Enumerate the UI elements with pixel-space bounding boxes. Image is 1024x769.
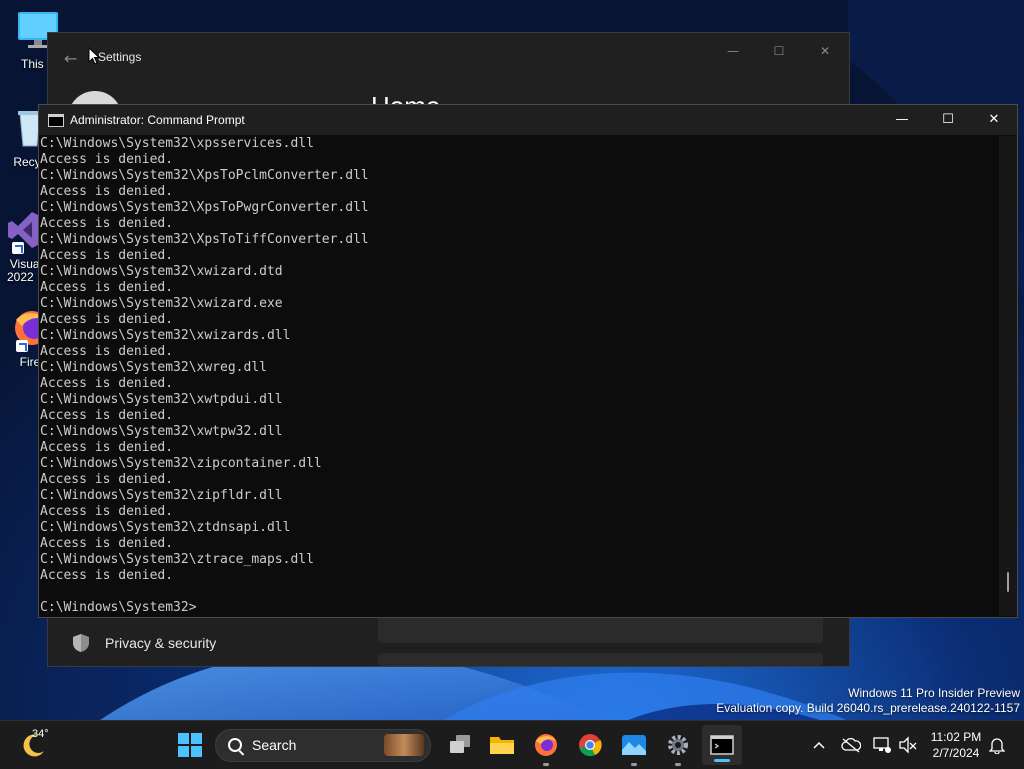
start-button[interactable] [172, 721, 208, 769]
running-indicator [714, 759, 730, 762]
console-line: Access is denied. [40, 568, 174, 583]
taskbar-search[interactable]: Search [215, 729, 431, 762]
firefox-icon [535, 734, 557, 756]
console-line: Access is denied. [40, 248, 174, 263]
console-line: Access is denied. [40, 408, 174, 423]
evaluation-watermark: Windows 11 Pro Insider Preview Evaluatio… [716, 686, 1020, 716]
search-placeholder: Search [252, 737, 297, 753]
cmd-maximize-button[interactable]: ☐ [925, 105, 971, 135]
shield-icon [73, 634, 89, 652]
console-scrollbar[interactable] [999, 136, 1017, 616]
console-line: C:\Windows\System32\ztdnsapi.dll [40, 520, 291, 535]
cmd-close-button[interactable]: ✕ [971, 105, 1017, 135]
chevron-up-icon [813, 741, 825, 749]
running-indicator [675, 763, 681, 766]
console-line: Access is denied. [40, 344, 174, 359]
folder-icon [490, 737, 514, 754]
scrollbar-thumb[interactable] [1007, 572, 1009, 592]
console-line: Access is denied. [40, 536, 174, 551]
task-view-button[interactable] [442, 721, 478, 769]
watermark-line: Windows 11 Pro Insider Preview [848, 686, 1020, 700]
console-line: C:\Windows\System32\zipfldr.dll [40, 488, 283, 503]
command-prompt-icon [48, 114, 64, 127]
console-line: C:\Windows\System32\XpsToTiffConverter.d… [40, 232, 369, 247]
firefox-taskbar-button[interactable] [528, 721, 564, 769]
console-line: Access is denied. [40, 184, 174, 199]
console-line: C:\Windows\System32\xwtpdui.dll [40, 392, 283, 407]
onedrive-button[interactable] [838, 721, 864, 769]
network-icon [873, 737, 891, 753]
sidebar-item-label: Privacy & security [105, 635, 217, 651]
task-view-icon [450, 735, 470, 753]
console-line: Access is denied. [40, 216, 174, 231]
volume-button[interactable] [896, 721, 920, 769]
console-line: C:\Windows\System32\xwtpw32.dll [40, 424, 283, 439]
settings-taskbar-button[interactable] [660, 721, 696, 769]
console-output[interactable]: C:\Windows\System32\xpsservices.dll Acces… [39, 136, 1000, 616]
taskbar-clock[interactable]: 11:02 PM 2/7/2024 [922, 729, 990, 761]
search-icon [228, 738, 242, 752]
chrome-taskbar-button[interactable] [572, 721, 608, 769]
network-button[interactable] [870, 721, 894, 769]
cmd-title: Administrator: Command Prompt [70, 113, 245, 127]
weather-widget[interactable]: 34° [14, 721, 54, 769]
bell-icon [989, 738, 1005, 754]
search-highlight-image [384, 734, 424, 756]
console-line: C:\Windows\System32\XpsToPclmConverter.d… [40, 168, 369, 183]
command-prompt-window[interactable]: Administrator: Command Prompt — ☐ ✕ C:\W… [38, 104, 1018, 618]
shortcut-arrow-icon [12, 242, 24, 254]
settings-maximize-button[interactable]: ☐ [764, 41, 794, 61]
sidebar-item-privacy-security[interactable]: Privacy & security [72, 633, 216, 653]
settings-card[interactable] [378, 653, 823, 666]
photos-icon [622, 735, 646, 755]
console-line: C:\Windows\System32\xpsservices.dll [40, 136, 314, 151]
clock-time: 11:02 PM [930, 730, 982, 744]
settings-minimize-button[interactable]: — [718, 41, 748, 61]
terminal-icon [710, 735, 734, 755]
cloud-offline-icon [841, 737, 861, 753]
file-explorer-button[interactable] [484, 721, 520, 769]
shortcut-arrow-icon [16, 340, 28, 352]
settings-title: Settings [98, 50, 142, 64]
watermark-line: Evaluation copy. Build 26040.rs_prerelea… [716, 701, 1020, 715]
photos-taskbar-button[interactable] [616, 721, 652, 769]
chrome-icon [579, 734, 602, 757]
console-line: Access is denied. [40, 472, 174, 487]
cmd-minimize-button[interactable]: — [879, 105, 925, 135]
console-line: C:\Windows\System32\xwizard.exe [40, 296, 283, 311]
weather-temperature: 34° [32, 728, 49, 740]
running-indicator [631, 763, 637, 766]
back-arrow-icon[interactable]: ← [64, 49, 77, 68]
running-indicator [543, 763, 549, 766]
cmd-titlebar[interactable]: Administrator: Command Prompt — ☐ ✕ [39, 105, 1017, 135]
console-line: C:\Windows\System32\zipcontainer.dll [40, 456, 322, 471]
console-line: C:\Windows\System32\xwreg.dll [40, 360, 267, 375]
gear-icon [668, 735, 688, 755]
console-line: C:\Windows\System32\xwizard.dtd [40, 264, 283, 279]
console-line: Access is denied. [40, 376, 174, 391]
volume-muted-icon [899, 736, 917, 754]
mouse-cursor-icon [88, 47, 100, 65]
console-line: Access is denied. [40, 312, 174, 327]
console-line: Access is denied. [40, 440, 174, 455]
console-line: Access is denied. [40, 280, 174, 295]
console-line: C:\Windows\System32> [40, 600, 197, 615]
show-hidden-icons-button[interactable] [808, 721, 830, 769]
console-line: Access is denied. [40, 152, 174, 167]
settings-close-button[interactable]: ✕ [810, 41, 840, 61]
console-line: C:\Windows\System32\xwizards.dll [40, 328, 291, 343]
console-line: C:\Windows\System32\XpsToPwgrConverter.d… [40, 200, 369, 215]
console-line: C:\Windows\System32\ztrace_maps.dll [40, 552, 314, 567]
settings-titlebar[interactable]: ← Settings — ☐ ✕ [48, 33, 849, 83]
windows-logo-icon [178, 733, 202, 757]
taskbar: 34° Search 11:02 PM 2/7/2024 [0, 720, 1024, 769]
console-line: Access is denied. [40, 504, 174, 519]
cmd-taskbar-button[interactable] [702, 725, 742, 765]
clock-date: 2/7/2024 [932, 746, 980, 760]
notifications-button[interactable] [986, 721, 1008, 769]
